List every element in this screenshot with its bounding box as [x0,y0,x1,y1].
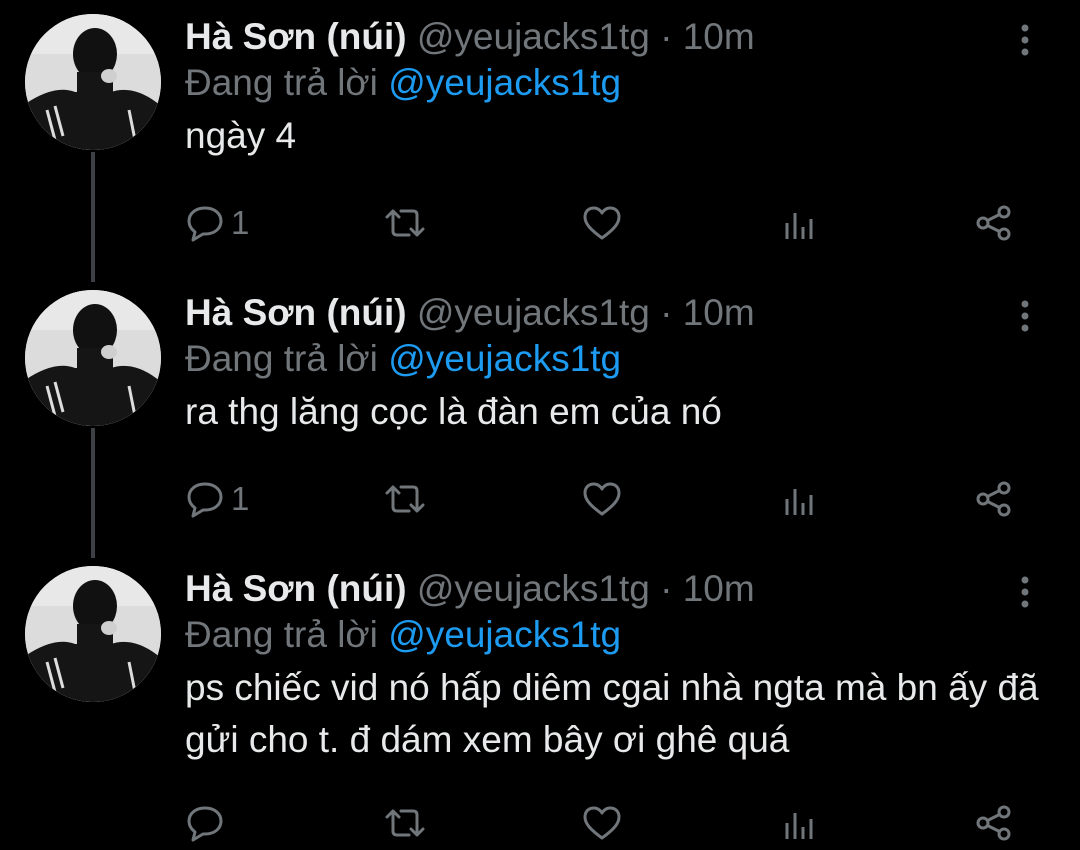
like-button[interactable] [581,798,623,848]
more-options-icon[interactable] [1010,20,1040,60]
tweet[interactable]: Hà Sơn (núi) @yeujacks1tg · 10m Đang trả… [0,552,1080,850]
bar-chart-icon [785,813,813,839]
mention-link[interactable]: @yeujacks1tg [388,614,621,655]
share-button[interactable] [973,798,1015,848]
share-button[interactable] [973,198,1015,248]
bar-chart-icon [785,213,813,239]
more-options-icon[interactable] [1010,572,1040,612]
separator-dot: · [660,568,673,609]
like-button[interactable] [581,198,623,248]
speech-bubble-icon [187,482,223,518]
author-handle[interactable]: @yeujacks1tg [417,292,650,333]
avatar[interactable] [25,566,161,702]
speech-bubble-icon [187,806,223,842]
replying-to: Đang trả lời @yeujacks1tg [185,336,621,382]
more-options-icon[interactable] [1010,296,1040,336]
tweet-header: Hà Sơn (núi) @yeujacks1tg · 10m [185,566,755,612]
author-name[interactable]: Hà Sơn (núi) [185,16,407,57]
tweet[interactable]: Hà Sơn (núi) @yeujacks1tg · 10m Đang trả… [0,0,1080,275]
replying-to-label: Đang trả lời [185,62,378,103]
avatar[interactable] [25,290,161,426]
heart-icon [583,482,621,516]
replying-to-label: Đang trả lời [185,614,378,655]
retweet-arrows-icon [385,485,425,513]
analytics-button[interactable] [779,798,819,848]
bar-chart-icon [785,489,813,515]
tweet-text: ra thg lăng cọc là đàn em của nó [185,391,722,432]
avatar[interactable] [25,14,161,150]
reply-button[interactable] [185,798,231,848]
tweet-actions: 1 [185,198,1045,248]
tweet-header: Hà Sơn (núi) @yeujacks1tg · 10m [185,14,755,60]
author-name[interactable]: Hà Sơn (núi) [185,292,407,333]
timestamp[interactable]: 10m [683,16,755,57]
timestamp[interactable]: 10m [683,292,755,333]
analytics-button[interactable] [779,198,819,248]
retweet-button[interactable] [383,198,427,248]
separator-dot: · [660,16,673,57]
retweet-arrows-icon [385,209,425,237]
heart-icon [583,206,621,240]
retweet-arrows-icon [385,809,425,837]
reply-button[interactable]: 1 [185,474,249,524]
speech-bubble-icon [187,206,223,242]
replying-to: Đang trả lời @yeujacks1tg [185,612,621,658]
tweet-thread: Hà Sơn (núi) @yeujacks1tg · 10m Đang trả… [0,0,1080,850]
tweet-actions [185,798,1045,848]
tweet-text: ngày 4 [185,115,297,156]
share-button[interactable] [973,474,1015,524]
tweet[interactable]: Hà Sơn (núi) @yeujacks1tg · 10m Đang trả… [0,276,1080,551]
timestamp[interactable]: 10m [683,568,755,609]
reply-count: 1 [231,480,250,517]
retweet-button[interactable] [383,798,427,848]
heart-icon [583,806,621,840]
tweet-text: ps chiếc vid nó hấp diêm cgai nhà ngta m… [185,667,1039,760]
replying-to-label: Đang trả lời [185,338,378,379]
reply-button[interactable]: 1 [185,198,249,248]
share-nodes-icon [976,805,1011,841]
author-name[interactable]: Hà Sơn (núi) [185,568,407,609]
like-button[interactable] [581,474,623,524]
separator-dot: · [660,292,673,333]
share-nodes-icon [976,481,1011,517]
retweet-button[interactable] [383,474,427,524]
replying-to: Đang trả lời @yeujacks1tg [185,60,621,106]
mention-link[interactable]: @yeujacks1tg [388,338,621,379]
analytics-button[interactable] [779,474,819,524]
share-nodes-icon [976,205,1011,241]
tweet-header: Hà Sơn (núi) @yeujacks1tg · 10m [185,290,755,336]
author-handle[interactable]: @yeujacks1tg [417,568,650,609]
author-handle[interactable]: @yeujacks1tg [417,16,650,57]
mention-link[interactable]: @yeujacks1tg [388,62,621,103]
reply-count: 1 [231,204,250,241]
tweet-actions: 1 [185,474,1045,524]
